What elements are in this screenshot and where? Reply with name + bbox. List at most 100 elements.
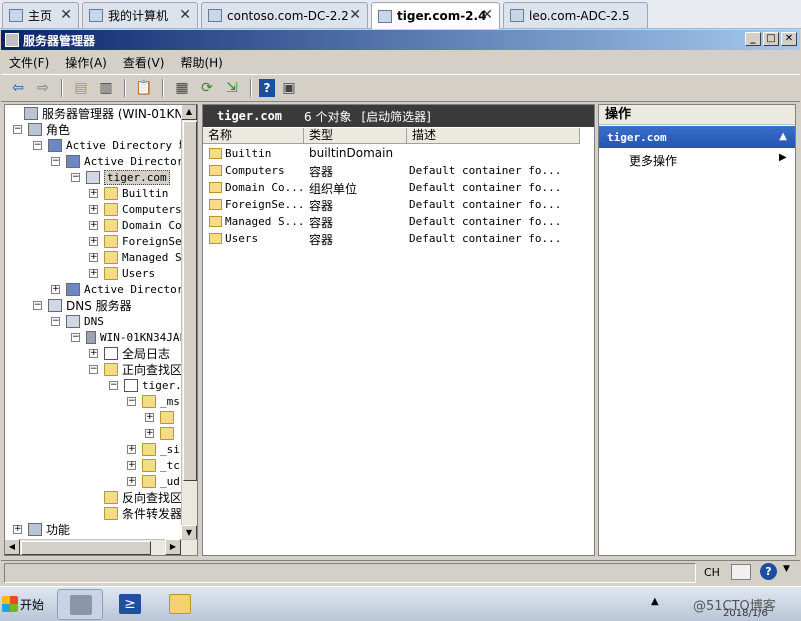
tree-item[interactable]: + <box>145 425 178 441</box>
clipboard-icon[interactable]: 📋 <box>133 78 155 98</box>
collapse-icon[interactable]: − <box>89 364 98 374</box>
tree-item[interactable]: − 正向查找区 <box>89 361 182 377</box>
collapse-icon[interactable]: − <box>127 396 136 406</box>
collapse-icon[interactable]: − <box>13 124 22 134</box>
collapse-icon[interactable]: − <box>33 300 42 310</box>
list-item[interactable]: Users 容器 Default container fo... <box>203 230 594 247</box>
up-folder-icon[interactable]: ▤ <box>70 78 92 98</box>
properties-icon[interactable]: ▦ <box>171 78 193 98</box>
tab-leo[interactable]: leo.com-ADC-2.5 <box>503 2 648 28</box>
tree-item[interactable]: + ForeignSec <box>89 233 188 249</box>
tree-item[interactable]: − DNS 服务器 <box>33 297 132 313</box>
tree-item[interactable]: + Builtin <box>89 185 168 201</box>
tree-item[interactable]: − _ms <box>127 393 180 409</box>
tree-item[interactable]: + _ud <box>127 473 180 489</box>
tab-tiger[interactable]: tiger.com-2.4 ✕ <box>371 2 500 29</box>
expand-icon[interactable]: + <box>89 220 98 230</box>
minimize-button[interactable]: _ <box>745 32 761 46</box>
scroll-left-button[interactable]: ◀ <box>5 539 20 555</box>
back-icon[interactable]: ⇦ <box>7 78 29 98</box>
tree-item[interactable]: − DNS <box>51 313 104 329</box>
tree-item[interactable]: − 角色 <box>13 121 70 137</box>
expand-icon[interactable]: + <box>145 412 154 422</box>
column-header-description[interactable]: 描述 <box>407 128 580 144</box>
actions-section[interactable]: tiger.com ▲ <box>599 126 795 148</box>
close-icon[interactable]: ✕ <box>349 7 361 23</box>
tree-item[interactable]: − WIN-01KN34JAL <box>71 329 186 345</box>
close-icon[interactable]: ✕ <box>179 7 191 23</box>
close-icon[interactable]: ✕ <box>60 7 72 23</box>
chevron-down-icon[interactable]: ▼ <box>783 564 797 580</box>
help-icon[interactable]: ? <box>259 79 275 97</box>
scroll-thumb[interactable] <box>183 121 197 481</box>
tree-item[interactable]: + Active Directory <box>51 281 190 297</box>
taskbar-explorer[interactable] <box>157 589 203 620</box>
expand-icon[interactable]: + <box>89 204 98 214</box>
close-button[interactable]: ✕ <box>781 32 797 46</box>
collapse-icon[interactable]: − <box>51 156 60 166</box>
menu-file[interactable]: 文件(F) <box>9 54 49 71</box>
tree-item[interactable]: − tiger.com <box>71 169 170 185</box>
list-item[interactable]: Domain Co... 组织单位 Default container fo... <box>203 179 594 196</box>
maximize-button[interactable]: □ <box>763 32 779 46</box>
tree-item[interactable]: − tiger.c <box>109 377 188 393</box>
tree-item[interactable]: + Users <box>89 265 155 281</box>
expand-icon[interactable]: + <box>89 252 98 262</box>
close-icon[interactable]: ✕ <box>481 7 493 23</box>
expand-icon[interactable]: + <box>89 188 98 198</box>
export-icon[interactable]: ⇲ <box>221 78 243 98</box>
tree-item[interactable]: + Computers <box>89 201 182 217</box>
list-item[interactable]: Builtin builtinDomain <box>203 145 594 162</box>
tree-item[interactable]: + 功能 <box>13 521 70 537</box>
keyboard-icon[interactable] <box>731 564 751 580</box>
column-header-type[interactable]: 类型 <box>304 128 407 144</box>
expand-icon[interactable]: + <box>127 476 136 486</box>
scroll-right-button[interactable]: ▶ <box>165 539 181 555</box>
show-hide-tree-icon[interactable]: ▥ <box>95 78 117 98</box>
menu-view[interactable]: 查看(V) <box>123 54 165 71</box>
tree-vertical-scrollbar[interactable]: ▲ ▼ <box>181 105 197 541</box>
taskbar-server-manager[interactable] <box>57 589 103 620</box>
collapse-icon[interactable]: − <box>71 332 80 342</box>
expand-icon[interactable]: + <box>127 460 136 470</box>
expand-icon[interactable]: + <box>89 236 98 246</box>
expand-icon[interactable]: + <box>145 428 154 438</box>
list-item[interactable]: Computers 容器 Default container fo... <box>203 162 594 179</box>
tree-item[interactable]: + _tc <box>127 457 180 473</box>
refresh-icon[interactable]: ⟳ <box>196 78 218 98</box>
list-item[interactable]: Managed S... 容器 Default container fo... <box>203 213 594 230</box>
tree-item[interactable]: +条件转发器 <box>89 505 182 521</box>
collapse-icon[interactable]: ▲ <box>779 126 787 148</box>
expand-icon[interactable]: + <box>13 524 22 534</box>
scroll-thumb[interactable] <box>21 541 151 555</box>
tree-item[interactable]: +服务器管理器 (WIN-01KN34JA <box>9 105 197 121</box>
tree-item[interactable]: + _si <box>127 441 180 457</box>
tree-horizontal-scrollbar[interactable]: ◀ ▶ <box>5 539 197 555</box>
expand-icon[interactable]: + <box>89 348 98 358</box>
collapse-icon[interactable]: − <box>33 140 42 150</box>
tree-item[interactable]: − Active Directory 域 <box>33 137 190 153</box>
collapse-icon[interactable]: − <box>51 316 60 326</box>
expand-icon[interactable]: + <box>127 444 136 454</box>
tree-item[interactable]: + Domain Con <box>89 217 188 233</box>
collapse-icon[interactable]: − <box>71 172 80 182</box>
expand-icon[interactable]: + <box>89 268 98 278</box>
more-actions-item[interactable]: 更多操作 ▶ <box>629 152 787 169</box>
tab-home[interactable]: 主页 ✕ <box>2 2 79 28</box>
tree-item[interactable]: + <box>145 409 178 425</box>
collapse-icon[interactable]: − <box>109 380 118 390</box>
tree-item[interactable]: + 全局日志 <box>89 345 170 361</box>
tree-item[interactable]: + Managed Se <box>89 249 188 265</box>
show-hidden-icons[interactable]: ▲ <box>651 596 659 607</box>
scroll-up-button[interactable]: ▲ <box>181 105 197 120</box>
start-button[interactable]: 开始 <box>2 590 48 618</box>
tree-item[interactable]: +反向查找区 <box>89 489 182 505</box>
tab-contoso[interactable]: contoso.com-DC-2.2 ✕ <box>201 2 368 28</box>
language-indicator[interactable]: CH <box>704 566 720 579</box>
tab-my-computer[interactable]: 我的计算机 ✕ <box>82 2 198 28</box>
list-item[interactable]: ForeignSe... 容器 Default container fo... <box>203 196 594 213</box>
expand-icon[interactable]: + <box>51 284 60 294</box>
forward-icon[interactable]: ⇨ <box>32 78 54 98</box>
column-header-name[interactable]: 名称 <box>203 128 304 144</box>
menu-help[interactable]: 帮助(H) <box>180 54 222 71</box>
